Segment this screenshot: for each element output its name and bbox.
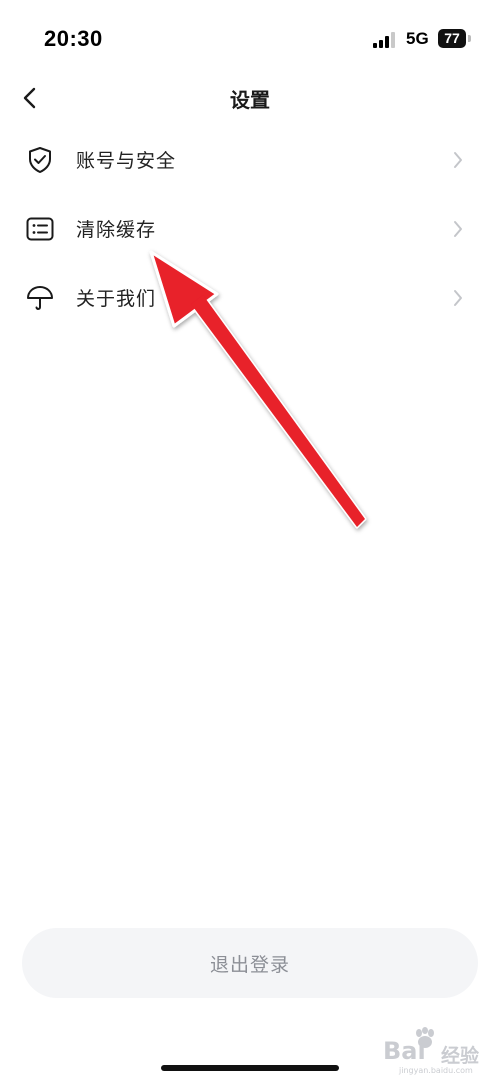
nav-bar: 设置 [0, 74, 500, 122]
page-title: 设置 [230, 88, 270, 112]
watermark-url: jingyan.baidu.com [399, 1066, 473, 1075]
watermark: Bai 经验 jingyan.baidu.com [383, 1027, 495, 1079]
umbrella-icon [27, 286, 53, 310]
shield-check-icon [29, 147, 51, 173]
cellular-signal-icon [373, 32, 395, 48]
menu-label: 账号与安全 [76, 150, 177, 172]
list-box-icon [26, 217, 54, 241]
menu-item-account-security[interactable]: 账号与安全 [0, 130, 500, 190]
logout-button[interactable]: 退出登录 [22, 928, 478, 998]
menu-label: 关于我们 [76, 288, 157, 310]
status-bar: 20:30 5G 77 [0, 0, 500, 80]
battery-tip [468, 35, 471, 42]
status-time: 20:30 [44, 26, 103, 51]
chevron-right-icon [454, 152, 462, 168]
watermark-brand-suffix: 经验 [441, 1045, 480, 1067]
menu-item-about-us[interactable]: 关于我们 [0, 268, 500, 328]
menu-item-clear-cache[interactable]: 清除缓存 [0, 199, 500, 259]
network-type: 5G [406, 29, 429, 48]
home-indicator[interactable] [161, 1065, 339, 1071]
watermark-brand: Bai [383, 1037, 426, 1065]
chevron-right-icon [454, 221, 462, 237]
chevron-right-icon [454, 290, 462, 306]
menu-label: 清除缓存 [76, 219, 157, 241]
battery-level: 77 [438, 29, 466, 48]
